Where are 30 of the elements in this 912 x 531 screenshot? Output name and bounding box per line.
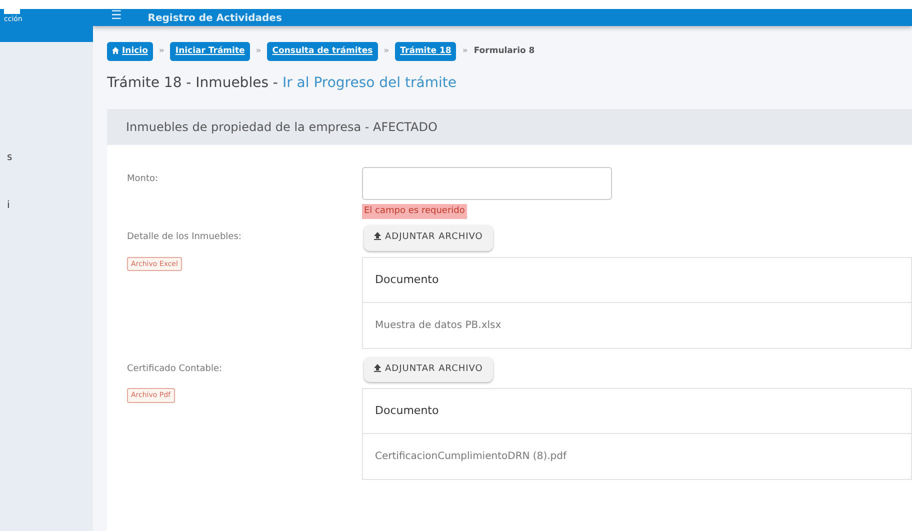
breadcrumb-current: Formulario 8	[474, 45, 535, 58]
table-cell-text: CertificacionCumplimientoDRN (8).pdf	[374, 450, 568, 464]
app-title: Registro de Actividades	[148, 12, 282, 26]
amount-input[interactable]	[362, 166, 612, 200]
breadcrumb-separator: »	[462, 45, 468, 58]
sidebar-item[interactable]: s	[0, 150, 93, 165]
breadcrumb-separator: »	[256, 45, 262, 58]
panel-header: Inmuebles de propiedad de la empresa - AFECTADO	[107, 108, 912, 145]
upload-icon	[374, 232, 381, 240]
error-message: El campo es requerido	[362, 204, 467, 220]
breadcrumb-link[interactable]: Trámite 18	[395, 42, 456, 61]
upload-icon	[374, 364, 381, 372]
menu-icon[interactable]: ☰	[111, 9, 122, 21]
breadcrumb-link[interactable]: Iniciar Trámite	[170, 42, 250, 61]
breadcrumb-link[interactable]: Consulta de trámites	[267, 42, 378, 61]
table-cell-text: Muestra de datos PB.xlsx	[374, 318, 502, 333]
attach-file-button[interactable]: ADJUNTAR ARCHIVO	[364, 356, 493, 382]
table-header: Documento	[363, 258, 911, 303]
breadcrumb-link[interactable]: Inicio	[107, 42, 153, 61]
progress-link[interactable]: Ir al Progreso del trámite	[282, 74, 456, 91]
field-label: Detalle de los Inmuebles:	[127, 231, 242, 244]
attach-file-button[interactable]: ADJUNTAR ARCHIVO	[364, 225, 493, 251]
home-icon	[112, 47, 119, 54]
table-header: Documento	[363, 389, 911, 434]
field-label: Monto:	[127, 172, 160, 186]
breadcrumb-separator: »	[384, 45, 390, 58]
page-title: Trámite 18 - Inmuebles -	[107, 74, 279, 91]
sidebar-item[interactable]: i	[0, 198, 93, 213]
field-label: Certificado Contable:	[127, 362, 224, 376]
breadcrumb-separator: »	[158, 45, 164, 58]
